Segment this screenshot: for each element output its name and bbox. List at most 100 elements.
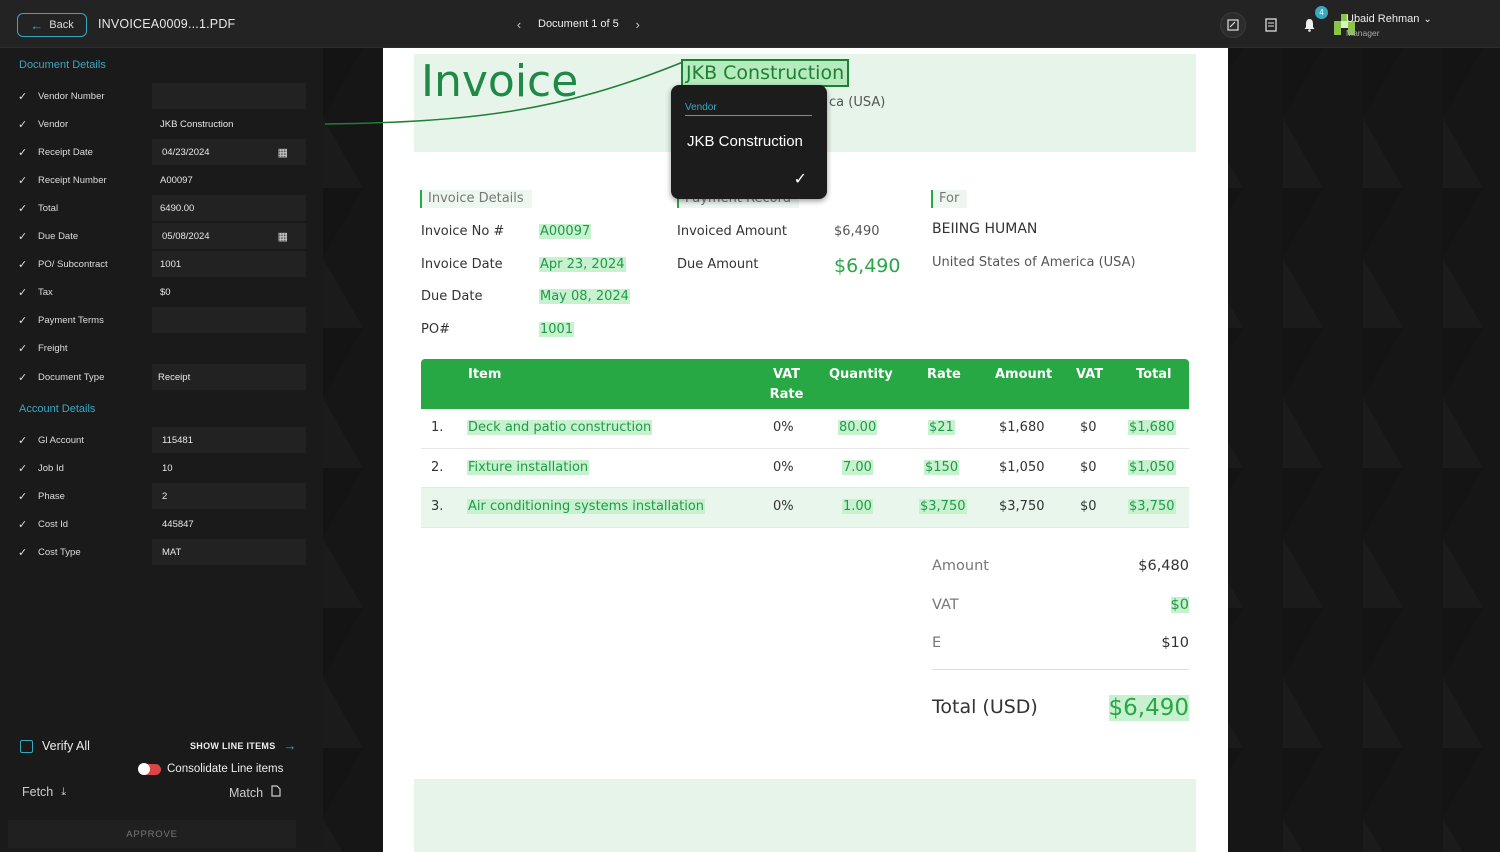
check-icon[interactable]: ✓: [18, 518, 32, 531]
field-label: Document Type: [38, 371, 105, 383]
arrow-right-icon: →: [283, 738, 297, 753]
row-total[interactable]: $1,680: [1128, 420, 1176, 435]
total-value[interactable]: $6,490: [1108, 695, 1189, 721]
check-icon[interactable]: ✓: [18, 342, 32, 355]
field-cost-id: ✓ Cost Id 445847: [18, 511, 308, 537]
show-line-items-label: SHOW LINE ITEMS: [190, 740, 276, 751]
row-quantity[interactable]: 7.00: [842, 459, 873, 475]
for-label: For: [931, 190, 968, 208]
consolidate-toggle[interactable]: [138, 762, 161, 775]
col-vat-rate: VAT Rate: [769, 365, 804, 405]
check-icon[interactable]: ✓: [18, 462, 32, 475]
row-vat-rate: 0%: [773, 420, 794, 435]
document-type-select[interactable]: Receipt: [152, 364, 306, 390]
fetch-button[interactable]: Fetch ⤓: [22, 785, 66, 799]
due-amount-label: Due Amount: [677, 257, 759, 272]
line-items-table: Item VAT Rate Quantity Rate Amount VAT T…: [421, 359, 1189, 528]
field-label: Total: [38, 202, 59, 214]
verify-all[interactable]: Verify All: [20, 739, 90, 753]
due-date-label: Due Date: [421, 289, 483, 304]
check-icon[interactable]: ✓: [18, 490, 32, 503]
field-label: Vendor Number: [38, 90, 105, 102]
field-label: PO/ Subcontract: [38, 258, 108, 270]
row-rate[interactable]: $3,750: [919, 499, 967, 514]
check-icon[interactable]: ✓: [18, 434, 32, 447]
check-icon[interactable]: ✓: [18, 230, 32, 243]
check-icon[interactable]: ✓: [18, 286, 32, 299]
vendor-highlight[interactable]: JKB Construction: [681, 59, 850, 87]
due-date-value[interactable]: May 08, 2024: [539, 289, 630, 304]
field-receipt-number: ✓ Receipt Number A00097: [18, 167, 308, 193]
tax-input[interactable]: $0: [152, 279, 306, 305]
verify-all-label: Verify All: [42, 739, 90, 753]
vendor-input[interactable]: JKB Construction: [152, 111, 306, 137]
check-icon[interactable]: ✓: [18, 202, 32, 215]
user-name: Ubaid Rehman: [1346, 13, 1420, 25]
row-amount: $1,050: [999, 459, 1045, 475]
note-icon[interactable]: [1220, 12, 1246, 38]
table-row: 3. Air conditioning systems installation…: [421, 488, 1189, 528]
summary-vat-value[interactable]: $0: [1170, 597, 1189, 613]
receipt-number-input[interactable]: A00097: [152, 167, 306, 193]
verify-all-checkbox[interactable]: [20, 739, 33, 753]
row-item[interactable]: Air conditioning systems installation: [467, 499, 706, 514]
row-item[interactable]: Deck and patio construction: [467, 420, 653, 435]
field-po-subcontract: ✓ PO/ Subcontract 1001: [18, 251, 308, 277]
check-icon[interactable]: ✓: [18, 146, 32, 159]
check-icon[interactable]: ✓: [18, 118, 32, 131]
check-icon[interactable]: ✓: [18, 546, 32, 559]
po-value[interactable]: 1001: [539, 322, 575, 337]
document-navigator: ‹ Document 1 of 5 ›: [510, 15, 647, 33]
check-icon[interactable]: ✓: [18, 258, 32, 271]
show-line-items-button[interactable]: SHOW LINE ITEMS →: [190, 738, 297, 753]
check-icon[interactable]: ✓: [18, 314, 32, 327]
cost-type-input[interactable]: MAT: [152, 539, 306, 565]
arrow-left-icon: ←: [30, 17, 44, 33]
field-label: Receipt Date: [38, 146, 93, 158]
approve-button[interactable]: APPROVE: [8, 820, 296, 848]
chevron-left-icon[interactable]: ‹: [510, 15, 528, 33]
row-total[interactable]: $1,050: [1128, 459, 1176, 475]
match-button[interactable]: Match: [229, 785, 281, 800]
po-subcontract-input[interactable]: 1001: [152, 251, 306, 277]
invoiced-amount-value: $6,490: [834, 224, 880, 239]
invoice-no-value[interactable]: A00097: [539, 224, 592, 239]
summary-vat-label: VAT: [932, 597, 959, 613]
document-icon: [271, 785, 281, 800]
row-item[interactable]: Fixture installation: [467, 459, 590, 475]
chevron-down-icon: ⌄: [1423, 13, 1432, 25]
user-menu[interactable]: Ubaid Rehman ⌄ Manager: [1346, 13, 1432, 38]
job-id-input[interactable]: 10: [152, 455, 306, 481]
check-icon[interactable]: ✓: [18, 90, 32, 103]
tooltip-divider: [685, 115, 812, 116]
calendar-icon[interactable]: ▦: [278, 230, 288, 243]
cost-id-input[interactable]: 445847: [152, 511, 306, 537]
payment-terms-input[interactable]: [152, 307, 306, 333]
field-label: Payment Terms: [38, 314, 104, 326]
field-label: Gl Account: [38, 434, 84, 446]
calendar-icon[interactable]: ▦: [278, 146, 288, 159]
row-amount: $3,750: [999, 499, 1045, 514]
back-button[interactable]: ← Back: [17, 13, 87, 37]
total-input[interactable]: 6490.00: [152, 195, 306, 221]
bell-icon[interactable]: 4: [1296, 6, 1328, 38]
check-icon[interactable]: ✓: [18, 174, 32, 187]
row-total[interactable]: $3,750: [1128, 499, 1176, 514]
row-rate[interactable]: $21: [928, 420, 955, 435]
row-rate[interactable]: $150: [924, 459, 960, 475]
vendor-number-input[interactable]: [152, 83, 306, 109]
row-number: 3.: [431, 499, 444, 514]
col-vat-rate-line2: Rate: [769, 387, 804, 402]
row-quantity[interactable]: 80.00: [838, 420, 878, 435]
freight-input[interactable]: [152, 335, 306, 361]
chevron-right-icon[interactable]: ›: [629, 15, 647, 33]
phase-input[interactable]: 2: [152, 483, 306, 509]
customer-name: BEIING HUMAN: [932, 221, 1038, 237]
receipt-icon[interactable]: [1258, 12, 1284, 38]
confirm-check-icon[interactable]: ✓: [794, 169, 807, 189]
invoice-date-value[interactable]: Apr 23, 2024: [539, 257, 626, 272]
row-quantity[interactable]: 1.00: [842, 499, 873, 514]
check-icon[interactable]: ✓: [18, 371, 32, 384]
consolidate-toggle-row: Consolidate Line items: [138, 762, 283, 775]
gl-account-input[interactable]: 115481: [152, 427, 306, 453]
